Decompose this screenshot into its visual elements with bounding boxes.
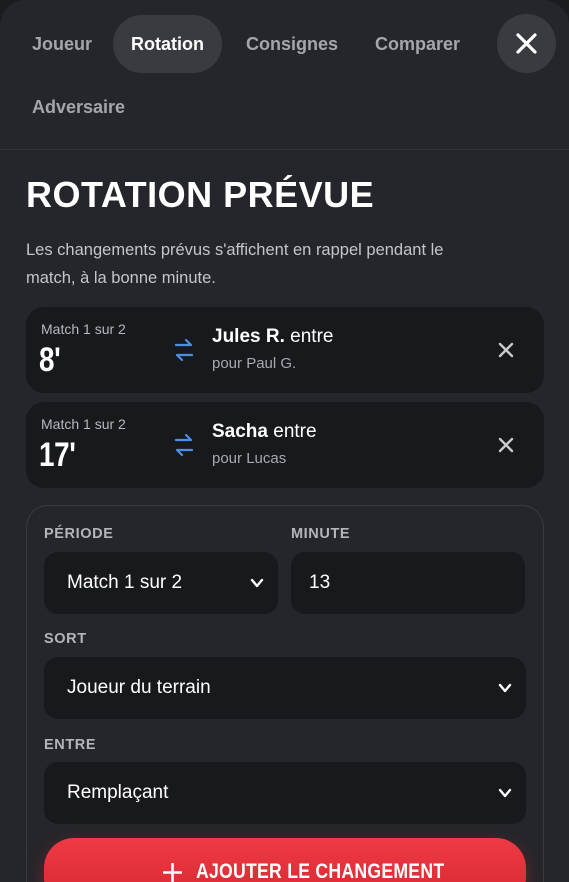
rotation-panel: Joueur Rotation Consignes Comparer Adver… <box>0 0 569 882</box>
tab-rotation[interactable]: Rotation <box>113 15 222 73</box>
player-in-value: Remplaçant <box>67 782 169 803</box>
chevron-down-icon <box>498 788 512 798</box>
minute-value: 13 <box>309 572 331 593</box>
remove-rotation-icon[interactable] <box>495 434 517 456</box>
chevron-down-icon <box>498 683 512 693</box>
rotation-period: Match 1 sur 2 <box>41 321 126 337</box>
player-in-name: Sacha <box>212 421 268 442</box>
add-change-button[interactable]: AJOUTER LE CHANGEMENT <box>44 838 526 882</box>
minute-label: MINUTE <box>291 526 351 542</box>
rotation-action: entre <box>273 421 317 442</box>
tab-bar: Joueur Rotation Consignes Comparer Adver… <box>0 0 569 150</box>
add-change-label: AJOUTER LE CHANGEMENT <box>196 860 445 882</box>
plus-icon <box>163 863 182 882</box>
chevron-down-icon <box>250 578 264 588</box>
tab-adversaire[interactable]: Adversaire <box>14 78 143 136</box>
period-select[interactable]: Match 1 sur 2 <box>44 552 278 614</box>
rotation-card: Match 1 sur 2 8' Jules R. entre pour Pau… <box>26 307 544 393</box>
page-description: Les changements prévus s'affichent en ra… <box>26 241 444 287</box>
page-title: ROTATION PRÉVUE <box>26 174 375 215</box>
player-out-name: pour Paul G. <box>212 355 297 372</box>
close-button[interactable] <box>497 14 556 73</box>
rotation-action: entre <box>290 326 334 347</box>
tab-joueur[interactable]: Joueur <box>14 15 110 73</box>
player-out-select[interactable]: Joueur du terrain <box>44 657 526 719</box>
swap-icon <box>174 338 194 362</box>
rotation-summary: Sacha entre <box>212 421 317 443</box>
remove-rotation-icon[interactable] <box>495 339 517 361</box>
tab-consignes[interactable]: Consignes <box>228 15 356 73</box>
tab-comparer[interactable]: Comparer <box>357 15 478 73</box>
in-label: ENTRE <box>44 737 97 753</box>
player-in-name: Jules R. <box>212 326 285 347</box>
rotation-summary: Jules R. entre <box>212 326 333 348</box>
period-value: Match 1 sur 2 <box>67 572 183 593</box>
player-out-value: Joueur du terrain <box>67 677 211 698</box>
close-icon <box>516 33 537 54</box>
minute-input[interactable]: 13 <box>291 552 525 614</box>
rotation-card: Match 1 sur 2 17' Sacha entre pour Lucas <box>26 402 544 488</box>
player-in-select[interactable]: Remplaçant <box>44 762 526 824</box>
out-label: SORT <box>44 631 87 647</box>
period-label: PÉRIODE <box>44 526 114 542</box>
swap-icon <box>174 433 194 457</box>
player-out-name: pour Lucas <box>212 450 287 467</box>
rotation-minute: 17' <box>39 436 76 474</box>
rotation-period: Match 1 sur 2 <box>41 416 126 432</box>
rotation-minute: 8' <box>39 341 61 379</box>
